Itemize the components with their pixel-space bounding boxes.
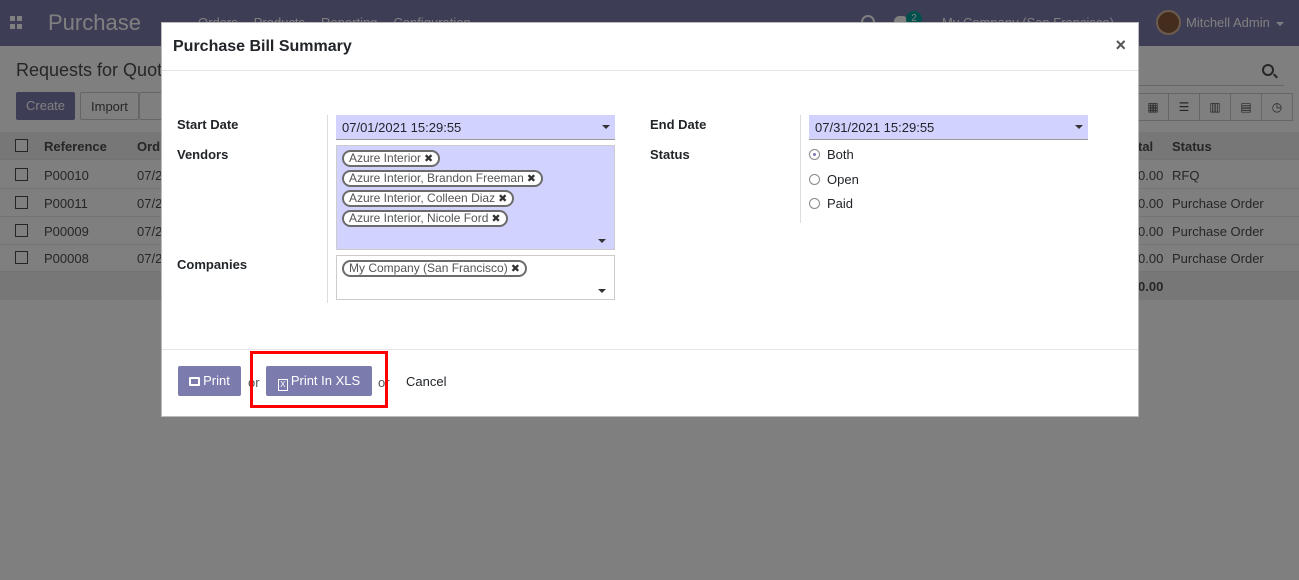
remove-tag-icon[interactable]: ✖ (424, 153, 433, 165)
start-date-field[interactable]: 07/01/2021 15:29:55 (336, 115, 615, 140)
chevron-down-icon[interactable] (598, 289, 606, 293)
annotation-highlight-box (250, 351, 388, 408)
status-radio-both[interactable] (809, 149, 820, 160)
print-icon (189, 377, 201, 386)
right-column-separator (800, 115, 801, 223)
modal-header: Purchase Bill Summary × (162, 23, 1138, 71)
chevron-down-icon (602, 125, 610, 129)
vendors-field[interactable]: Azure Interior ✖ Azure Interior, Brandon … (336, 145, 615, 250)
vendor-tag: Azure Interior, Brandon Freeman ✖ (342, 170, 543, 187)
print-button[interactable]: Print (178, 366, 241, 396)
remove-tag-icon[interactable]: ✖ (527, 173, 536, 185)
status-option-both[interactable]: Both (827, 147, 854, 162)
chevron-down-icon[interactable] (598, 239, 606, 243)
vendor-tag: Azure Interior, Nicole Ford ✖ (342, 210, 508, 227)
remove-tag-icon[interactable]: ✖ (491, 213, 500, 225)
vendor-tag-label: Azure Interior, Brandon Freeman (349, 171, 524, 185)
companies-label: Companies (177, 257, 248, 272)
status-label: Status (650, 147, 690, 162)
modal-title: Purchase Bill Summary (173, 38, 352, 55)
close-icon[interactable]: × (1115, 35, 1126, 56)
vendor-tag: Azure Interior, Colleen Diaz ✖ (342, 190, 515, 207)
status-radio-paid[interactable] (809, 198, 820, 209)
vendor-tag: Azure Interior ✖ (342, 150, 441, 167)
end-date-field[interactable]: 07/31/2021 15:29:55 (809, 115, 1088, 140)
companies-field[interactable]: My Company (San Francisco) ✖ (336, 255, 615, 300)
vendors-label: Vendors (177, 147, 229, 162)
start-date-value: 07/01/2021 15:29:55 (342, 120, 462, 135)
vendor-tag-label: Azure Interior, Colleen Diaz (349, 191, 496, 205)
end-date-label: End Date (650, 117, 707, 132)
status-radio-open[interactable] (809, 174, 820, 185)
cancel-button[interactable]: Cancel (406, 374, 446, 389)
print-button-label: Print (203, 373, 230, 388)
remove-tag-icon[interactable]: ✖ (498, 193, 507, 205)
left-column-separator (327, 115, 328, 303)
company-tag: My Company (San Francisco) ✖ (342, 260, 527, 277)
modal-footer-divider (162, 349, 1138, 350)
start-date-label: Start Date (177, 117, 239, 132)
end-date-value: 07/31/2021 15:29:55 (815, 120, 935, 135)
vendor-tag-label: Azure Interior, Nicole Ford (349, 211, 489, 225)
vendor-tag-label: Azure Interior (349, 151, 422, 165)
remove-tag-icon[interactable]: ✖ (511, 263, 520, 275)
chevron-down-icon (1075, 125, 1083, 129)
company-tag-label: My Company (San Francisco) (349, 261, 508, 275)
status-option-paid[interactable]: Paid (827, 196, 853, 211)
status-option-open[interactable]: Open (827, 172, 859, 187)
